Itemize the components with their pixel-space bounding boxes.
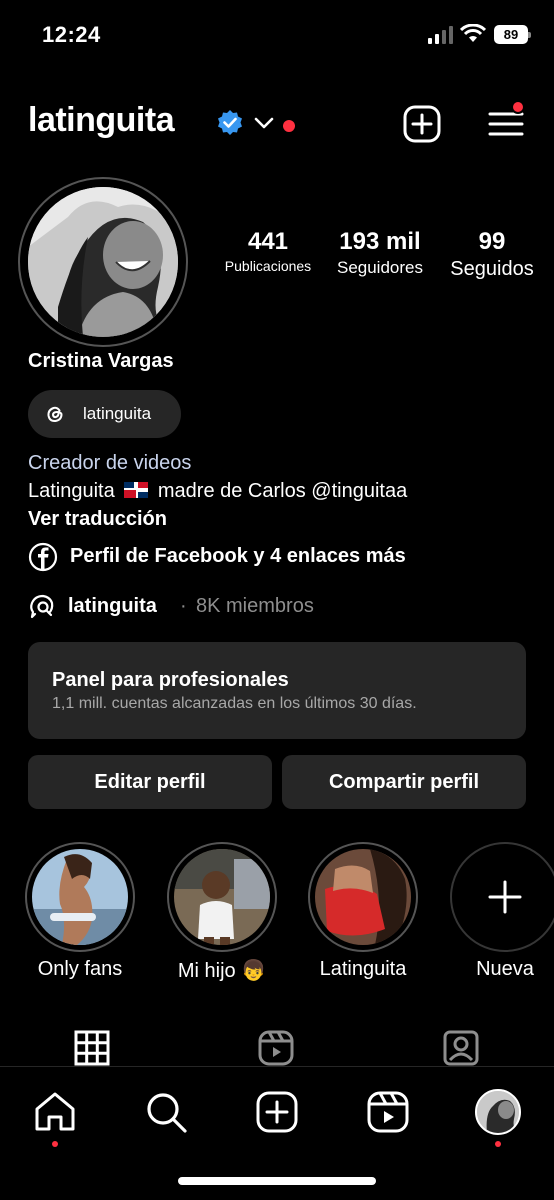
facebook-icon [28,542,58,572]
bio-part2[interactable]: madre de Carlos @tinguitaa [158,480,407,502]
home-indicator [178,1177,376,1185]
highlight-thumbnail [32,849,128,945]
highlight-thumbnail [315,849,411,945]
stat-following-label: Seguidos [450,258,534,280]
stat-followers-value: 193 mil [339,228,421,255]
highlight-thumbnail [174,849,270,945]
battery-icon: 89 [494,25,531,44]
stat-following-value: 99 [478,228,506,255]
dashboard-title: Panel para profesionales [52,669,289,691]
create-icon[interactable] [254,1089,300,1135]
links-row[interactable]: Perfil de Facebook y 4 enlaces más [28,542,508,572]
reels-icon[interactable] [365,1089,411,1135]
status-time: 12:24 [42,22,101,47]
stat-posts-label: Publicaciones [224,258,312,274]
share-profile-button[interactable]: Compartir perfil [282,755,526,809]
links-text: Perfil de Facebook y 4 enlaces más [70,545,406,567]
highlight-label: Mi hijo 👦 [177,960,267,982]
home-notification-dot [52,1141,58,1147]
threads-badge[interactable]: latinguita [28,390,181,438]
see-translation-link[interactable]: Ver traducción [28,508,167,531]
channel-name: latinguita [68,595,157,617]
channel-separator: · [180,595,187,617]
highlight-label: Nueva [476,958,534,980]
search-icon[interactable] [143,1089,189,1135]
signal-icon [428,26,453,44]
highlight-label: Latinguita [319,958,407,980]
channel-members: 8K miembros [196,595,314,617]
menu-notification-dot [511,100,525,114]
verified-badge-icon [218,110,242,135]
reels-icon[interactable] [256,1028,296,1068]
stat-followers[interactable]: 193 mil Seguidores [328,228,432,278]
bio-category: Creador de videos [28,452,192,474]
stat-posts-value: 441 [247,228,289,255]
add-icon[interactable] [402,104,442,144]
wifi-icon [460,24,486,42]
header-username[interactable]: latinguita [28,101,175,140]
dominican-flag-icon [124,482,149,498]
broadcast-channel-row[interactable]: latinguita · 8K miembros [28,592,448,622]
edit-profile-button[interactable]: Editar perfil [28,755,272,809]
plus-icon [488,880,522,914]
grid-icon[interactable] [72,1028,112,1068]
avatar[interactable] [28,187,178,337]
tagged-icon[interactable] [441,1028,481,1068]
profile-notification-dot [495,1141,501,1147]
status-bar: 12:24 89 [0,0,554,70]
highlight-label: Only fans [37,958,123,980]
threads-icon [47,406,63,423]
profile-icon[interactable] [475,1089,521,1135]
professional-dashboard[interactable]: Panel para profesionales 1,1 mill. cuent… [28,642,526,739]
profile-header: latinguita [0,95,554,155]
broadcast-channel-icon [30,594,54,619]
home-icon[interactable] [32,1089,78,1135]
threads-label: latinguita [83,404,152,423]
account-notification-dot [283,120,295,132]
chevron-down-icon[interactable] [253,115,275,131]
stat-followers-label: Seguidores [336,258,423,277]
stat-posts[interactable]: 441 Publicaciones [216,228,320,274]
bio-part1: Latinguita [28,480,115,502]
nav-avatar [475,1089,521,1135]
content-tabs [0,1028,554,1068]
display-name: Cristina Vargas [28,350,174,372]
dashboard-subtitle: 1,1 mill. cuentas alcanzadas en los últi… [52,695,417,712]
stat-following[interactable]: 99 Seguidos [440,228,544,281]
bio-text: Latinguita madre de Carlos @tinguitaa [28,480,407,503]
